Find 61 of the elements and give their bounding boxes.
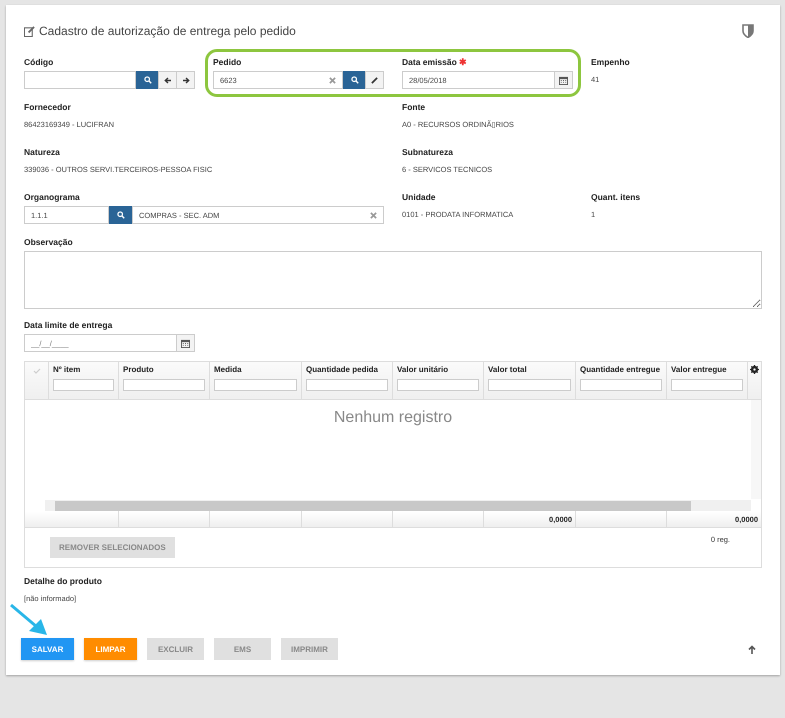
clear-icon[interactable] <box>329 76 336 84</box>
search-button[interactable] <box>109 206 132 224</box>
field-label: Natureza <box>24 147 61 157</box>
clear-icon[interactable] <box>370 212 377 218</box>
column-header[interactable]: Nº item <box>49 362 119 399</box>
previous-button[interactable] <box>158 71 177 89</box>
check-icon[interactable] <box>32 368 40 374</box>
search-button[interactable] <box>136 71 159 89</box>
column-header[interactable]: Quantidade entregue <box>576 362 667 399</box>
required-mark: ✱ <box>459 57 468 67</box>
edit-button[interactable] <box>365 71 384 89</box>
arrow-up-icon[interactable] <box>748 644 756 654</box>
column-header[interactable]: Produto <box>119 362 210 399</box>
field-label: Detalhe do produto <box>24 576 103 586</box>
filter-field[interactable] <box>123 379 205 391</box>
field-label: Empenho <box>591 57 631 67</box>
column-header[interactable]: Medida <box>210 362 302 399</box>
calendar-icon <box>559 76 568 84</box>
filter-field[interactable] <box>306 379 388 391</box>
field-label: Código <box>24 57 54 67</box>
field-label: Unidade <box>402 192 437 202</box>
page-title: Cadastro de autorização de entrega pelo pedido <box>39 24 296 38</box>
arrow-left-icon <box>164 76 172 84</box>
empty-message: Nenhum registro <box>332 408 454 427</box>
codigo-field[interactable] <box>24 71 136 89</box>
field-label: Organograma <box>24 192 81 202</box>
edit-icon <box>24 26 35 36</box>
filter-field[interactable] <box>580 379 662 391</box>
field-label: Subnatureza <box>402 147 454 157</box>
filter-field[interactable] <box>397 379 479 391</box>
next-button[interactable] <box>176 71 195 89</box>
field-label: Data emissão ✱ <box>402 57 468 67</box>
field-label: Data limite de entrega <box>24 320 114 330</box>
field-label: Quant. itens <box>591 192 642 202</box>
field-label: Pedido <box>213 57 242 67</box>
pointer-arrow-icon <box>9 603 49 637</box>
filter-field[interactable] <box>488 379 571 391</box>
calendar-icon <box>181 338 190 348</box>
calendar-button[interactable] <box>554 71 573 89</box>
column-header[interactable]: Quantidade pedida <box>302 362 393 399</box>
column-header[interactable]: Valor entregue <box>667 362 748 399</box>
horizontal-scrollbar[interactable] <box>45 500 751 511</box>
search-icon <box>144 76 152 84</box>
arrow-right-icon <box>182 76 190 84</box>
column-header[interactable]: Valor total <box>484 362 576 399</box>
search-icon <box>116 211 124 219</box>
vertical-scrollbar[interactable] <box>751 400 761 499</box>
observation-field[interactable] <box>24 251 762 309</box>
calendar-button[interactable] <box>176 334 195 352</box>
filter-field[interactable] <box>671 379 743 391</box>
pencil-icon <box>371 76 378 84</box>
filter-field[interactable] <box>214 379 297 391</box>
field-label: Fonte <box>402 102 426 112</box>
gear-icon[interactable] <box>750 365 759 374</box>
field-label: Observação <box>24 237 74 247</box>
shield-icon[interactable] <box>742 24 754 38</box>
filter-field[interactable] <box>53 379 114 391</box>
search-button[interactable] <box>343 71 366 89</box>
column-header[interactable]: Valor unitário <box>393 362 484 399</box>
field-label: Fornecedor <box>24 102 72 112</box>
search-icon <box>350 76 358 84</box>
